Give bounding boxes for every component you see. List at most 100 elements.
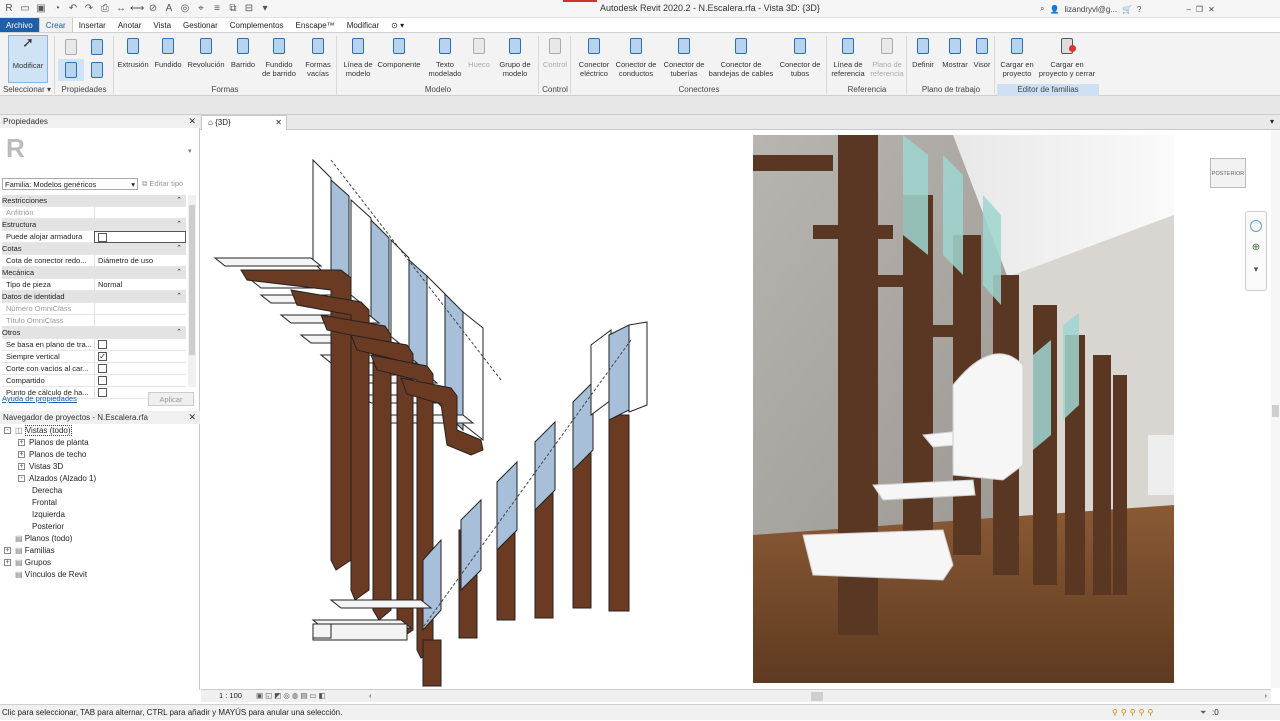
undo-icon[interactable]: ↶	[66, 2, 80, 15]
family-selector[interactable]: Familia: Modelos genéricos ▾	[2, 178, 138, 190]
browser-item[interactable]: ▤ Vínculos de Revit	[4, 569, 87, 581]
property-value[interactable]	[94, 339, 186, 351]
tool-duct-connector-button[interactable]: Conector de conductos	[612, 35, 660, 83]
browser-item[interactable]: + Vistas 3D	[18, 461, 63, 473]
property-value[interactable]	[94, 303, 186, 315]
checkbox-unchecked[interactable]	[98, 364, 107, 373]
tool-conduit-connector-button[interactable]: Conector de tubos	[776, 35, 824, 83]
type-properties-icon[interactable]	[84, 36, 110, 58]
property-row[interactable]: Anfitrión	[2, 207, 186, 219]
restore-icon[interactable]: ❐	[1196, 5, 1203, 14]
vertical-scrollbar[interactable]	[1271, 130, 1280, 688]
close-icon[interactable]: ✕	[1208, 5, 1215, 14]
tool-void-forms-button[interactable]: Formas vacías	[302, 35, 334, 83]
property-category[interactable]: Cotas ⌃	[2, 243, 186, 255]
type-selector-arrow-icon[interactable]: ▾	[188, 147, 192, 155]
property-category[interactable]: Mecánica ⌃	[2, 267, 186, 279]
3d-view-icon[interactable]: ◎	[178, 2, 192, 15]
tab-anotar[interactable]: Anotar	[112, 18, 148, 32]
browser-item[interactable]: - Alzados (Alzado 1)	[18, 473, 96, 485]
property-value[interactable]	[94, 363, 186, 375]
viewcube-face[interactable]: POSTERIOR	[1210, 158, 1246, 188]
property-value[interactable]	[94, 375, 186, 387]
cart-icon[interactable]: 🛒	[1122, 5, 1132, 14]
tab-enscape[interactable]: Enscape™	[290, 18, 341, 32]
collapse-icon[interactable]: ⌃	[176, 291, 182, 303]
drawing-area[interactable]: POSTERIOR ⊕ ▾	[201, 130, 1271, 688]
measure-icon[interactable]: ↔	[114, 2, 128, 15]
ribbon-toggle-icon[interactable]: ⊙ ▾	[385, 18, 410, 32]
help-icon[interactable]: ?	[1137, 5, 1141, 14]
qat-dropdown-icon[interactable]: ▾	[258, 2, 272, 15]
collapse-icon[interactable]: ⌃	[176, 327, 182, 339]
property-value[interactable]: Diámetro de uso	[94, 255, 186, 267]
tool-pipe-connector-button[interactable]: Conector de tuberías	[660, 35, 708, 83]
checkbox-unchecked[interactable]	[98, 340, 107, 349]
browser-item[interactable]: Frontal	[32, 497, 57, 509]
family-types-icon[interactable]	[84, 59, 110, 81]
browser-item[interactable]: Posterior	[32, 521, 64, 533]
section-icon[interactable]: ⌖	[194, 2, 208, 15]
view-control-icons[interactable]: ▣◱◩◎◍▤▭◧	[256, 690, 328, 702]
tool-model-group-button[interactable]: Grupo de modelo	[496, 35, 534, 83]
viewcube[interactable]: POSTERIOR	[1206, 152, 1250, 194]
properties-icon[interactable]	[58, 36, 84, 58]
expand-icon[interactable]: +	[18, 463, 25, 471]
family-category-icon[interactable]	[58, 59, 84, 81]
revit-logo-icon[interactable]: R	[2, 2, 16, 15]
thin-lines-icon[interactable]: ≡	[210, 2, 224, 15]
expand-icon[interactable]: +	[4, 547, 11, 555]
dimension-icon[interactable]: ⟷	[130, 2, 144, 15]
zoom-dropdown-icon[interactable]: ▾	[1250, 264, 1262, 276]
property-row[interactable]: Puede alojar armadura	[2, 231, 186, 243]
collapse-icon[interactable]: -	[18, 475, 25, 483]
expand-icon[interactable]: +	[18, 439, 25, 447]
selection-toggle-icons[interactable]: ⚲⚲⚲⚲⚲	[1112, 705, 1156, 721]
browser-item[interactable]: Derecha	[32, 485, 62, 497]
collapse-icon[interactable]: ⌃	[176, 243, 182, 255]
user-icon[interactable]: 👤	[1049, 5, 1059, 14]
checkbox-checked[interactable]: ✓	[98, 352, 107, 361]
print-icon[interactable]: ⎙	[98, 2, 112, 15]
tool-reference-line-button[interactable]: Línea de referencia	[828, 35, 868, 83]
tab-vista[interactable]: Vista	[147, 18, 177, 32]
browser-item[interactable]: - ◫ Vistas (todo)	[4, 425, 72, 437]
tool-opening-button[interactable]: Hueco	[464, 35, 494, 83]
property-value[interactable]: Normal	[94, 279, 186, 291]
close-icon[interactable]: ✕	[188, 411, 196, 424]
modify-button[interactable]: ➚ Modificar	[8, 35, 48, 83]
redo-icon[interactable]: ↷	[82, 2, 96, 15]
scroll-left-icon[interactable]: ‹	[369, 690, 372, 702]
tool-cable-tray-connector-button[interactable]: Conector de bandejas de cables	[707, 35, 775, 83]
user-name[interactable]: lizandryvl@g...	[1064, 5, 1117, 14]
tool-control-button[interactable]: Control	[540, 35, 570, 83]
tool-set-workplane-button[interactable]: Definir	[908, 35, 938, 83]
property-row[interactable]: Tipo de pieza Normal	[2, 279, 186, 291]
expand-icon[interactable]: +	[18, 451, 25, 459]
close-hidden-icon[interactable]: ⧉	[226, 2, 240, 15]
property-row[interactable]: Se basa en plano de tra...	[2, 339, 186, 351]
browser-item[interactable]: ▤ Planos (todo)	[4, 533, 72, 545]
zoom-icon[interactable]: ⊕	[1250, 242, 1262, 254]
collapse-icon[interactable]: -	[4, 427, 11, 435]
property-value[interactable]	[94, 207, 186, 219]
tool-component-button[interactable]: Componente	[375, 35, 423, 83]
collapse-icon[interactable]: ⌃	[176, 267, 182, 279]
tag-icon[interactable]: ⊘	[146, 2, 160, 15]
tool-swept-blend-button[interactable]: Fundido de barrido	[260, 35, 298, 83]
tool-show-workplane-button[interactable]: Mostrar	[938, 35, 972, 83]
property-row[interactable]: Corte con vacíos al car...	[2, 363, 186, 375]
expand-icon[interactable]: +	[4, 559, 11, 567]
text-icon[interactable]: A	[162, 2, 176, 15]
tab-3d-view[interactable]: ⌂ {3D} ✕	[201, 115, 287, 130]
property-row[interactable]: Compartido	[2, 375, 186, 387]
horizontal-scroll-thumb[interactable]	[811, 692, 823, 701]
tab-gestionar[interactable]: Gestionar	[177, 18, 224, 32]
checkbox-unchecked[interactable]	[98, 388, 107, 397]
browser-item[interactable]: + Planos de techo	[18, 449, 86, 461]
checkbox-unchecked[interactable]	[98, 376, 107, 385]
property-value[interactable]	[94, 315, 186, 327]
edit-type-button[interactable]: ⧉ Editar tipo	[142, 178, 196, 190]
close-icon[interactable]: ✕	[188, 115, 196, 128]
filter-icon[interactable]: ⏷	[1200, 705, 1206, 721]
